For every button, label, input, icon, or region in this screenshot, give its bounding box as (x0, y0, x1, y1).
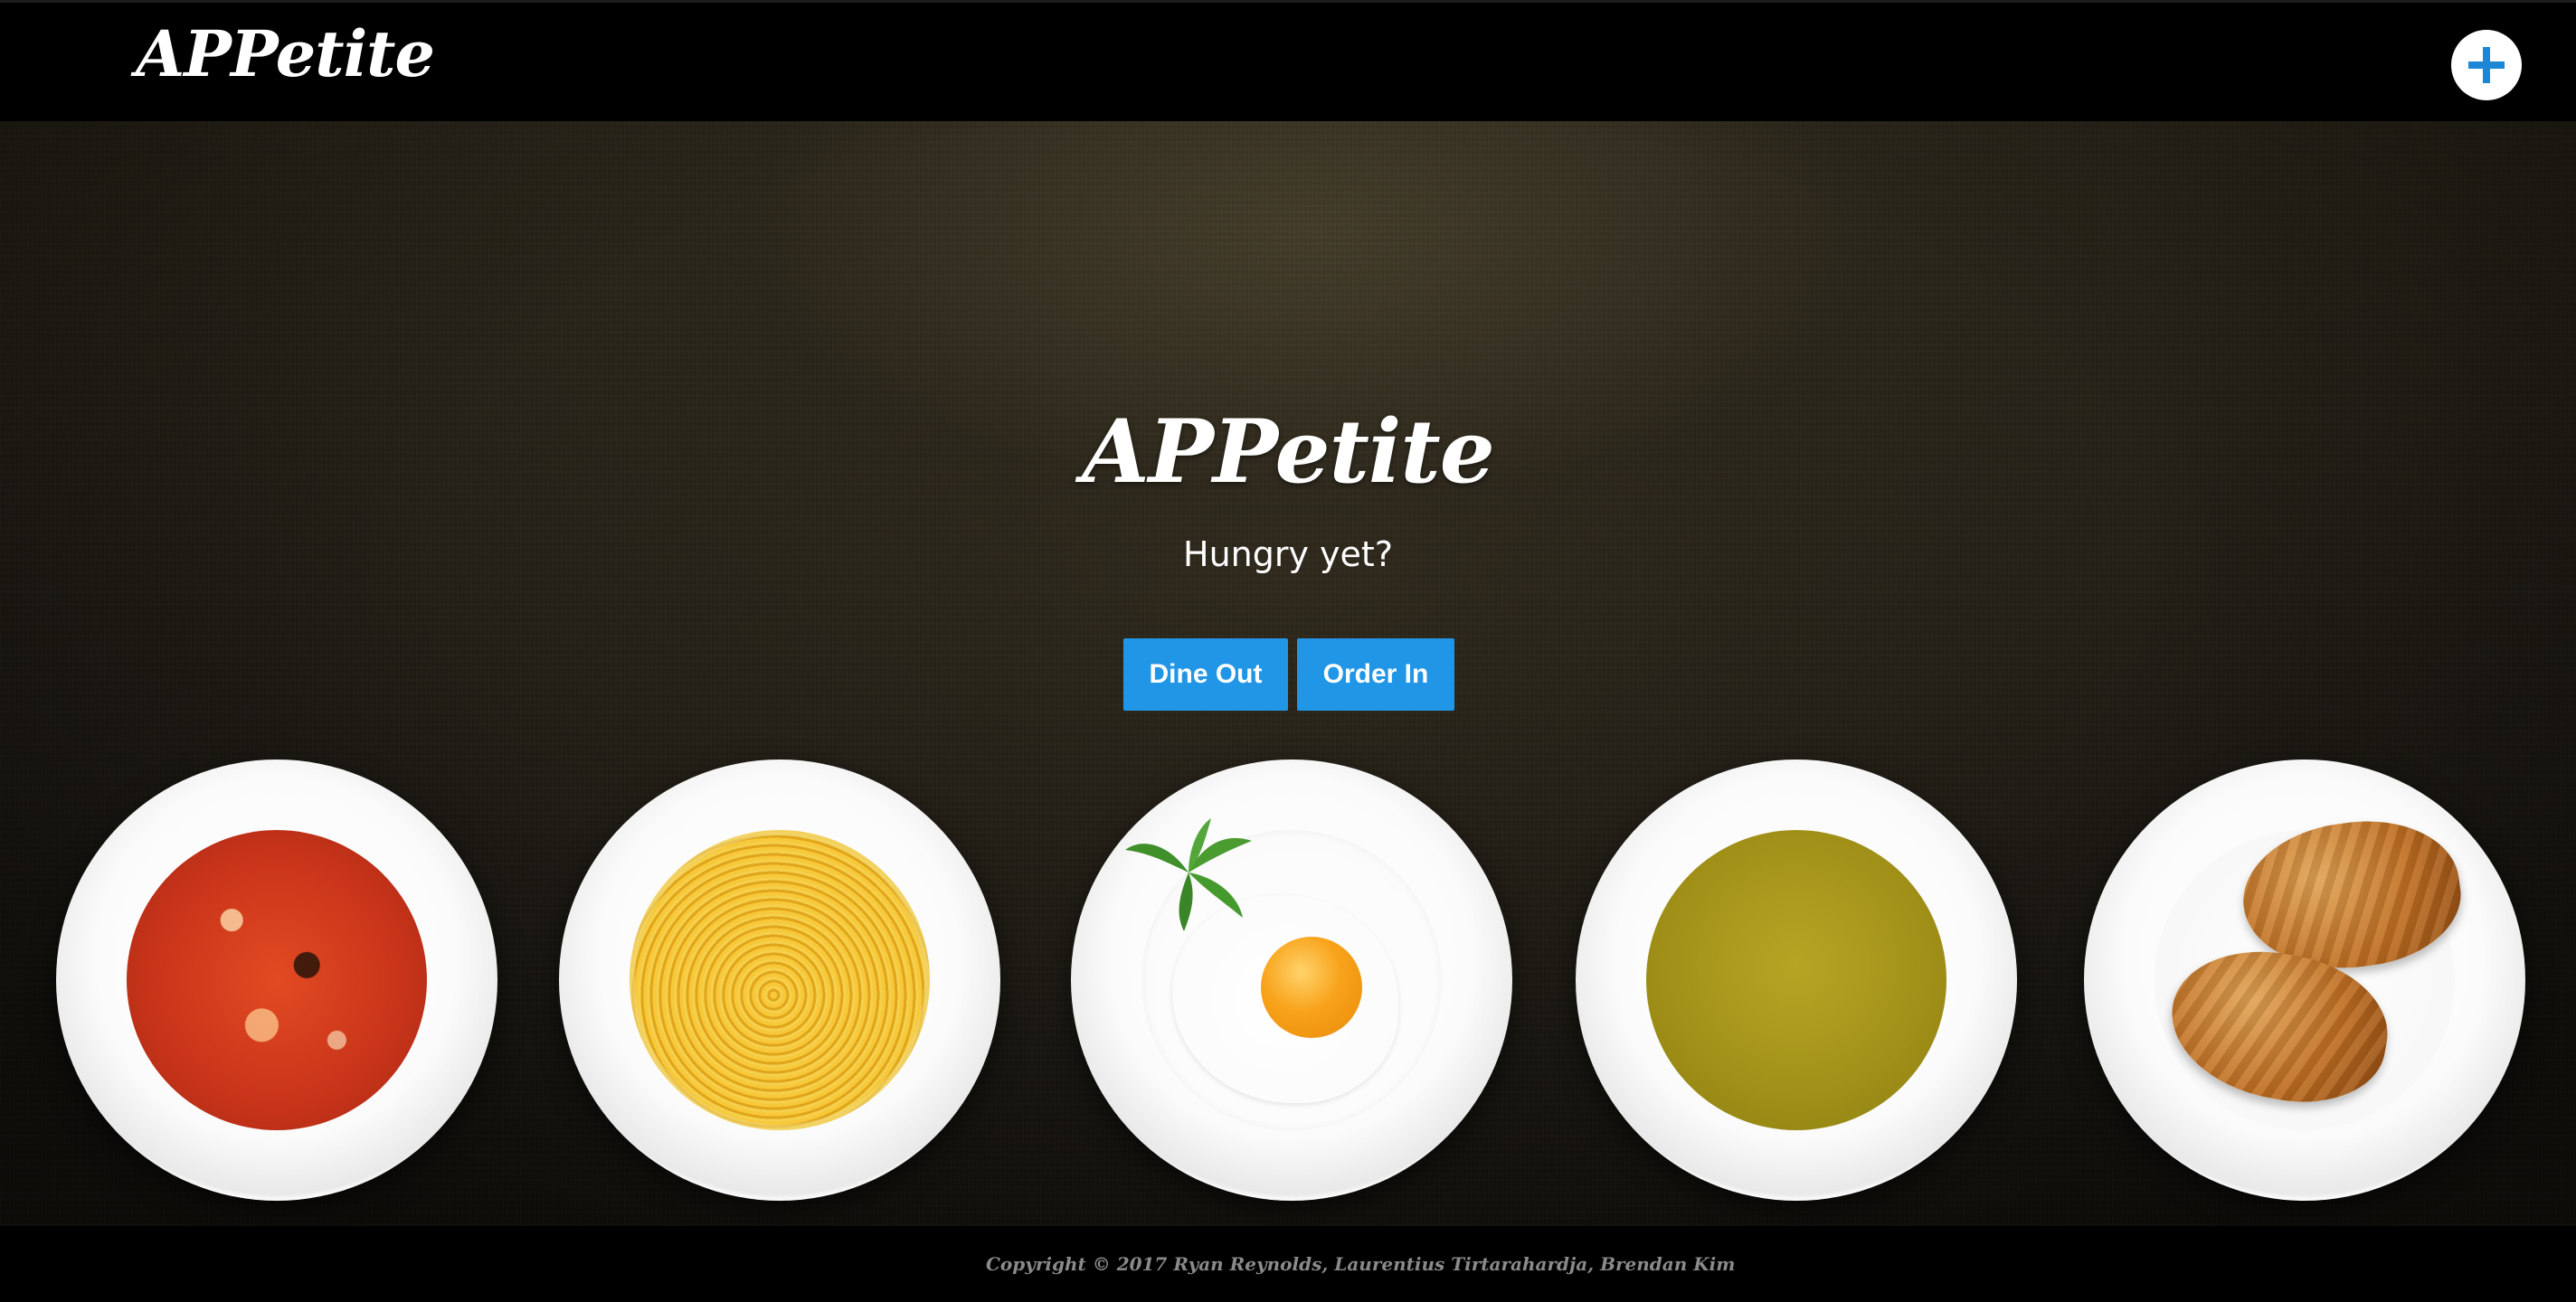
herb-icon (1125, 818, 1252, 931)
dine-out-button[interactable]: Dine Out (1123, 638, 1288, 711)
brand-logo[interactable]: APPetite (136, 23, 435, 86)
plate-croissant-image (2084, 760, 2525, 1201)
soup-food (127, 830, 427, 1130)
page: APPetite APPetite Hungry yet? Dine Out O… (0, 0, 2576, 1302)
plate-egg-image (1071, 760, 1512, 1201)
plus-icon (2468, 47, 2505, 83)
puree-food (1646, 830, 1946, 1130)
copyright-text: Copyright © 2017 Ryan Reynolds, Laurenti… (986, 1253, 1736, 1275)
spaghetti-food (630, 830, 930, 1130)
add-button[interactable] (2451, 30, 2522, 100)
hero-title: APPetite (1082, 401, 1495, 503)
navbar: APPetite (0, 0, 2576, 121)
plate-puree-image (1576, 760, 2017, 1201)
egg-yolk (1261, 937, 1362, 1038)
order-in-button[interactable]: Order In (1297, 638, 1454, 711)
hero-subtitle: Hungry yet? (1183, 534, 1393, 574)
plate-spaghetti-image (559, 760, 1000, 1201)
footer: Copyright © 2017 Ryan Reynolds, Laurenti… (0, 1226, 2576, 1302)
plate-soup-image (56, 760, 497, 1201)
